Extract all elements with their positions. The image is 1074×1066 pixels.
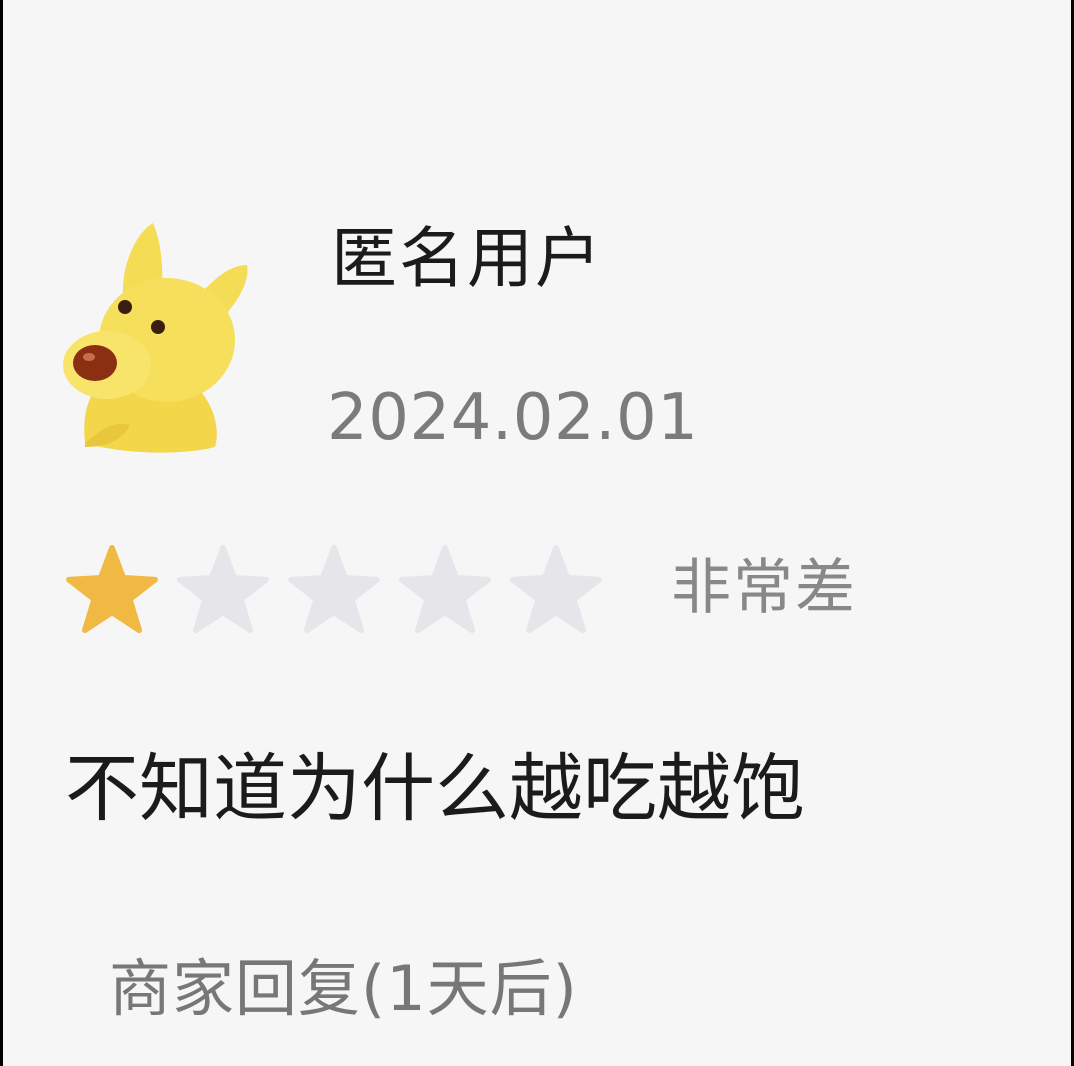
merchant-reply-label[interactable]: 商家回复(1天后) — [109, 958, 578, 1020]
star-filled-icon — [66, 544, 158, 634]
star-empty-icon — [399, 544, 491, 634]
review-card: 匿名用户 2024.02.01 非常差 不知道为什么越吃越饱 商家回复(1天后) — [3, 0, 1071, 1066]
rating-label: 非常差 — [671, 553, 857, 623]
star-empty-icon — [288, 544, 380, 634]
star-empty-icon — [510, 544, 602, 634]
username: 匿名用户 — [331, 220, 603, 297]
yellow-dog-avatar-icon — [63, 223, 248, 453]
star-rating — [65, 544, 620, 634]
avatar[interactable] — [55, 215, 260, 460]
review-date: 2024.02.01 — [327, 381, 699, 455]
review-text: 不知道为什么越吃越饱 — [65, 746, 805, 832]
star-empty-icon — [177, 544, 269, 634]
